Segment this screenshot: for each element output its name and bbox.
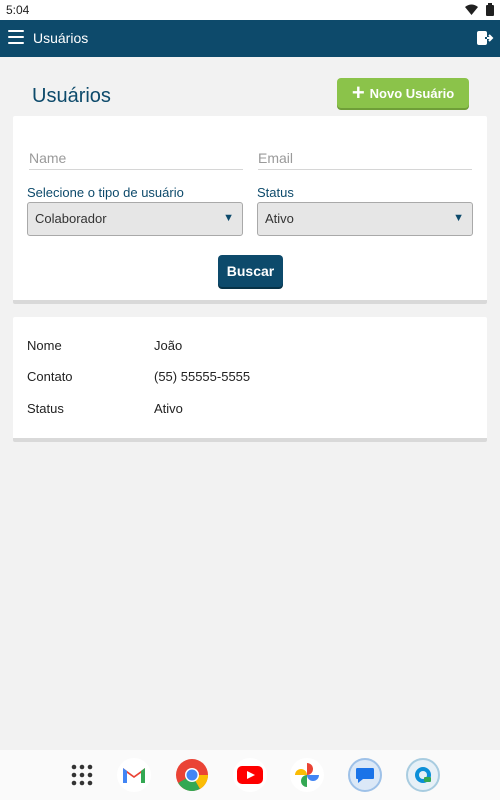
photos-icon[interactable]: [290, 758, 324, 792]
app-drawer-icon[interactable]: [65, 758, 99, 792]
gmail-icon[interactable]: [117, 758, 151, 792]
user-result-card[interactable]: Nome João Contato (55) 55555-5555 Status…: [13, 317, 487, 442]
dropdown-arrow-icon: ▼: [223, 212, 234, 224]
plus-icon: +: [351, 80, 365, 105]
app-bar: Usuários: [0, 20, 500, 57]
user-type-label: Selecione o tipo de usuário: [27, 185, 184, 200]
system-icons: [465, 3, 494, 16]
email-input[interactable]: Email: [258, 150, 472, 170]
status-bar: 5:04: [0, 0, 500, 20]
assistant-icon[interactable]: [406, 758, 440, 792]
page-title: Usuários: [32, 85, 111, 107]
app-dock: [0, 750, 500, 800]
status-value: Ativo: [265, 211, 294, 226]
user-type-select[interactable]: Colaborador ▼: [27, 202, 243, 236]
chrome-icon[interactable]: [175, 758, 209, 792]
youtube-icon[interactable]: [233, 758, 267, 792]
search-button[interactable]: Buscar: [218, 255, 283, 287]
row-value: (55) 55555-5555: [154, 369, 251, 384]
hamburger-menu-icon[interactable]: [8, 30, 24, 46]
user-type-value: Colaborador: [35, 211, 107, 226]
logout-icon[interactable]: [476, 29, 494, 47]
clock: 5:04: [6, 3, 30, 17]
name-input[interactable]: Name: [29, 150, 243, 170]
wifi-icon: [465, 4, 478, 15]
dropdown-arrow-icon: ▼: [453, 212, 464, 224]
row-key: Contato: [27, 369, 73, 384]
status-select[interactable]: Ativo ▼: [257, 202, 473, 236]
new-user-label: Novo Usuário: [369, 85, 455, 101]
row-value: Ativo: [154, 401, 183, 416]
row-key: Status: [27, 401, 64, 416]
filter-card: Name Email Selecione o tipo de usuário S…: [13, 116, 487, 304]
messages-icon[interactable]: [348, 758, 382, 792]
row-value: João: [154, 338, 183, 353]
new-user-button[interactable]: + Novo Usuário: [337, 78, 469, 108]
battery-icon: [486, 3, 494, 16]
app-bar-title: Usuários: [33, 30, 89, 46]
row-key: Nome: [27, 338, 62, 353]
status-label: Status: [257, 185, 294, 200]
